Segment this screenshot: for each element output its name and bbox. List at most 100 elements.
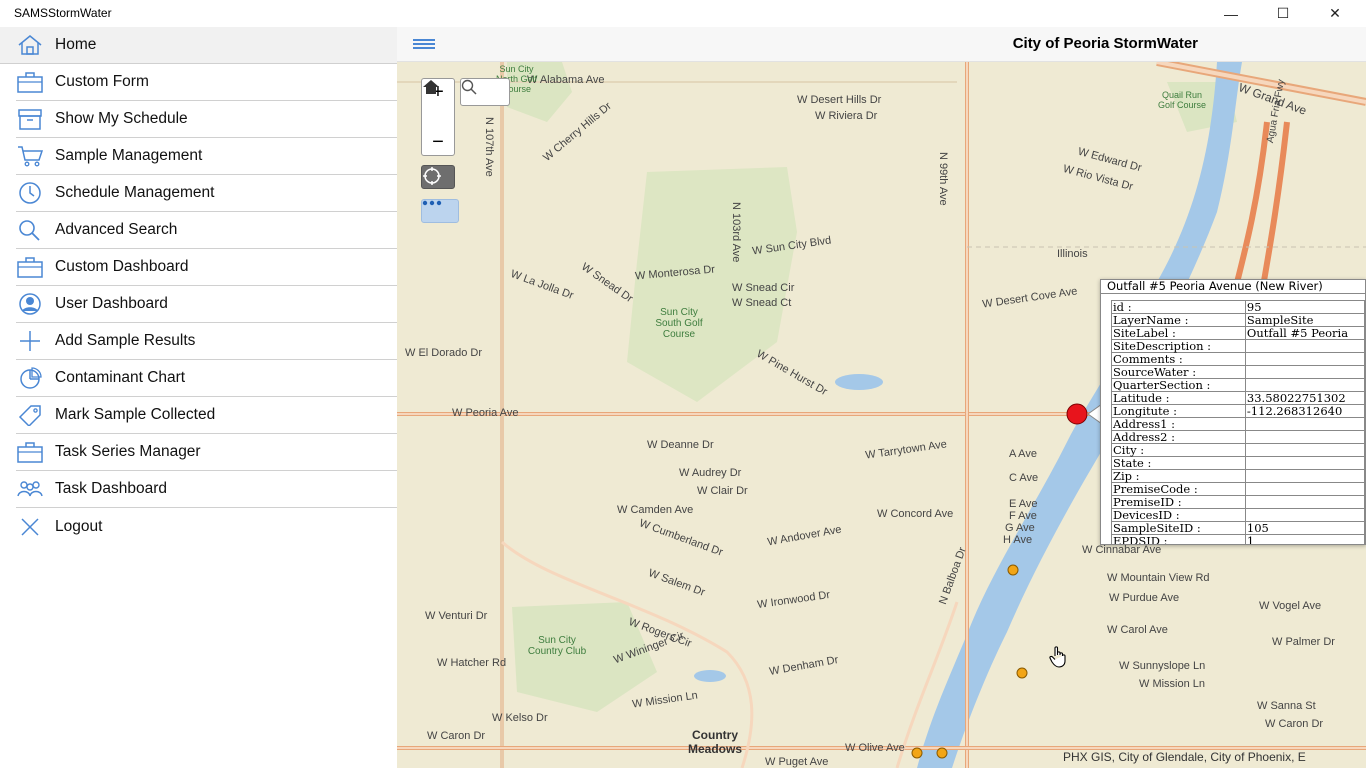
attribute-key: Zip : — [1111, 469, 1246, 483]
sidebar-item-label: Add Sample Results — [55, 332, 196, 349]
hamburger-menu-icon[interactable] — [413, 39, 435, 51]
attribute-row: Comments : — [1111, 352, 1365, 366]
briefcase-icon — [16, 440, 44, 464]
sidebar-item-custom-dashboard[interactable]: Custom Dashboard — [16, 249, 397, 286]
ellipsis-icon — [422, 200, 442, 206]
sidebar-item-label: User Dashboard — [55, 295, 168, 312]
attribute-row: Zip : — [1111, 469, 1365, 483]
sidebar-item-label: Home — [55, 36, 97, 53]
attribute-key: QuarterSection : — [1111, 378, 1246, 392]
attribute-key: Comments : — [1111, 352, 1246, 366]
search-icon — [461, 79, 477, 95]
attribute-key: SiteDescription : — [1111, 339, 1246, 353]
site-marker[interactable] — [936, 747, 948, 759]
more-options-button[interactable] — [421, 199, 459, 223]
plus-icon — [16, 329, 44, 353]
attribute-row: State : — [1111, 456, 1365, 470]
sidebar-item-label: Contaminant Chart — [55, 369, 186, 386]
zoom-out-button[interactable]: − — [432, 131, 444, 153]
crosshair-icon — [423, 167, 441, 185]
attribute-key: SiteLabel : — [1111, 326, 1246, 340]
sidebar-item-task-series-manager[interactable]: Task Series Manager — [16, 434, 397, 471]
attribute-key: LayerName : — [1111, 313, 1246, 327]
minimize-button[interactable]: — — [1205, 0, 1257, 27]
sidebar-item-schedule-management[interactable]: Schedule Management — [16, 175, 397, 212]
sidebar-item-sample-management[interactable]: Sample Management — [16, 138, 397, 175]
hand-cursor-icon — [1049, 646, 1066, 668]
locate-button[interactable] — [421, 165, 455, 189]
close-window-button[interactable]: ✕ — [1309, 0, 1361, 27]
attribute-value — [1244, 417, 1365, 431]
attribute-value — [1244, 495, 1365, 509]
attribute-key: PremiseCode : — [1111, 482, 1246, 496]
sidebar-item-user-dashboard[interactable]: User Dashboard — [16, 286, 397, 323]
site-marker[interactable] — [911, 747, 923, 759]
sidebar-item-logout[interactable]: Logout — [16, 508, 397, 545]
tag-icon — [16, 403, 44, 427]
home-icon — [16, 33, 44, 57]
attribute-value — [1244, 430, 1365, 444]
attribute-row: Longitute : -112.268312640 — [1111, 404, 1365, 418]
pie-chart-icon — [16, 366, 44, 390]
sidebar-item-custom-form[interactable]: Custom Form — [16, 64, 397, 101]
sidebar: Home Custom Form Show My Schedule Sample… — [0, 27, 397, 768]
attribute-key: SampleSiteID : — [1111, 521, 1246, 535]
attribute-value — [1244, 456, 1365, 470]
sidebar-item-label: Logout — [55, 517, 103, 535]
attribute-value — [1244, 482, 1365, 496]
attribute-value: 95 — [1244, 300, 1365, 314]
attribute-value: 33.58022751302 — [1244, 391, 1365, 405]
sidebar-item-add-sample-results[interactable]: Add Sample Results — [16, 323, 397, 360]
attribute-value — [1244, 339, 1365, 353]
sidebar-item-label: Show My Schedule — [55, 110, 188, 127]
popup-content[interactable]: id :95 LayerName : SampleSite SiteLabel : Ou… — [1101, 294, 1365, 544]
sidebar-item-label: Task Series Manager — [55, 443, 201, 460]
selected-site-marker[interactable] — [1066, 403, 1088, 425]
briefcase-icon — [16, 70, 44, 94]
attribute-value: Outfall #5 Peoria — [1244, 326, 1365, 340]
map-attribution: PHX GIS, City of Glendale, City of Phoen… — [1063, 750, 1306, 764]
attribute-row: LayerName : SampleSite — [1111, 313, 1365, 327]
attribute-value — [1244, 443, 1365, 457]
attribute-key: DevicesID : — [1111, 508, 1246, 522]
attribute-key: PremiseID : — [1111, 495, 1246, 509]
sidebar-item-mark-sample-collected[interactable]: Mark Sample Collected — [16, 397, 397, 434]
archive-icon — [16, 107, 44, 131]
attribute-row: EPDSID :1 — [1111, 534, 1365, 544]
sidebar-item-task-dashboard[interactable]: Task Dashboard — [16, 471, 397, 508]
site-marker[interactable] — [1016, 667, 1028, 679]
sidebar-item-contaminant-chart[interactable]: Contaminant Chart — [16, 360, 397, 397]
attribute-key: City : — [1111, 443, 1246, 457]
attribute-value: 105 — [1244, 521, 1365, 535]
attribute-key: Longitute : — [1111, 404, 1246, 418]
sidebar-item-label: Mark Sample Collected — [55, 406, 216, 423]
attribute-key: Address1 : — [1111, 417, 1246, 431]
site-marker[interactable] — [1007, 564, 1019, 576]
attribute-row: Address1 : — [1111, 417, 1365, 431]
sidebar-item-advanced-search[interactable]: Advanced Search — [16, 212, 397, 249]
attribute-key: id : — [1111, 300, 1246, 314]
attribute-value — [1244, 469, 1365, 483]
attribute-row: id :95 — [1111, 300, 1365, 314]
attribute-key: SourceWater : — [1111, 365, 1246, 379]
attribute-value: SampleSite — [1244, 313, 1365, 327]
attribute-value — [1244, 508, 1365, 522]
header-bar: City of Peoria StormWater — [397, 27, 1366, 62]
attribute-row: City : — [1111, 443, 1365, 457]
map-search-button[interactable] — [460, 78, 510, 106]
sidebar-item-label: Task Dashboard — [55, 480, 168, 497]
attribute-key: Address2 : — [1111, 430, 1246, 444]
attribute-row: DevicesID : — [1111, 508, 1365, 522]
attribute-row: Address2 : — [1111, 430, 1365, 444]
attribute-value: -112.268312640 — [1244, 404, 1365, 418]
attribute-row: Latitude :33.58022751302 — [1111, 391, 1365, 405]
sidebar-item-show-my-schedule[interactable]: Show My Schedule — [16, 101, 397, 138]
feature-popup[interactable]: Outfall #5 Peoria Avenue (New River) id … — [1100, 279, 1366, 545]
maximize-button[interactable]: ☐ — [1257, 0, 1309, 27]
search-icon — [16, 218, 44, 242]
page-title: City of Peoria StormWater — [1012, 35, 1198, 52]
people-icon — [16, 477, 44, 501]
attribute-row: SampleSiteID :105 — [1111, 521, 1365, 535]
clock-icon — [16, 181, 44, 205]
sidebar-item-home[interactable]: Home — [0, 27, 397, 64]
